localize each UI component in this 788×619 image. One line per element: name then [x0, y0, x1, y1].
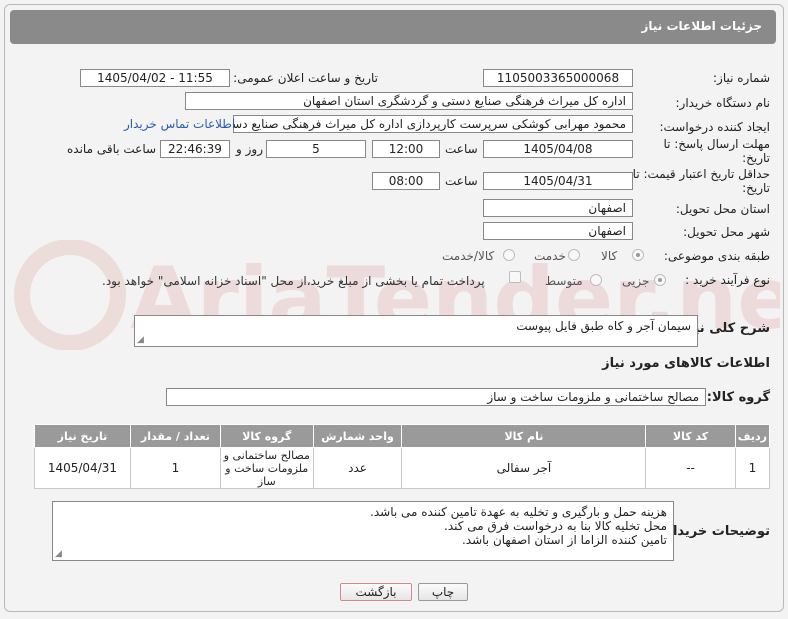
col-name-header: نام کالا [401, 424, 647, 448]
process-medium-radio[interactable] [590, 274, 602, 286]
col-code-header: کد کالا [645, 424, 736, 448]
remaining-label: ساعت باقی مانده [67, 142, 157, 156]
cell-qty: 1 [129, 447, 221, 489]
city-field[interactable]: اصفهان [483, 222, 633, 240]
table-row[interactable]: 1 -- آجر سفالی عدد مصالح ساختمانی و ملزو… [34, 447, 771, 489]
col-unit-header: واحد شمارش [312, 424, 403, 448]
contact-buyer-link[interactable]: اطلاعات تماس خریدار [124, 117, 235, 131]
resize-grip-icon[interactable]: ◢ [55, 550, 62, 559]
days-label: روز و [236, 142, 263, 156]
reply-deadline-label: مهلت ارسال پاسخ: تا تاریخ: [663, 137, 770, 165]
process-small-radio[interactable] [654, 274, 666, 286]
process-small-label: جزیی [622, 274, 650, 288]
reply-date-field[interactable]: 1405/04/08 [483, 140, 633, 158]
col-date-header: تاریخ نیاز [34, 424, 131, 448]
buyer-notes-label: توضیحات خریدار: [660, 524, 770, 539]
remaining-time-field[interactable]: 22:46:39 [160, 140, 230, 158]
items-table: ردیف کد کالا نام کالا واحد شمارش گروه کا… [34, 424, 771, 489]
cell-row: 1 [734, 447, 771, 489]
treasury-checkbox[interactable] [509, 271, 521, 283]
buyer-note-line: تامین کننده الزاما از استان اصفهان باشد. [461, 533, 667, 547]
city-label: شهر محل تحویل: [683, 225, 770, 239]
buyer-notes-textarea[interactable]: هزینه حمل و بارگیری و تخلیه به عهدة تامی… [52, 501, 674, 561]
creator-label: ایجاد کننده درخواست: [659, 120, 770, 134]
col-group-header: گروه کالا [219, 424, 314, 448]
cell-group: مصالح ساختمانی و ملزومات ساخت و ساز [219, 447, 314, 489]
days-field[interactable]: 5 [266, 140, 366, 158]
back-button[interactable]: بازگشت [340, 583, 412, 601]
buyer-note-line: هزینه حمل و بارگیری و تخلیه به عهدة تامی… [370, 505, 667, 519]
goods-info-title: اطلاعات کالاهای مورد نیاز [602, 356, 770, 371]
category-both-label: کالا/خدمت [442, 249, 495, 263]
buyer-note-line: محل تخلیه کالا بنا به درخواست فرق می کند… [444, 519, 667, 533]
resize-grip-icon[interactable]: ◢ [137, 336, 144, 345]
category-goods-radio[interactable] [632, 249, 644, 261]
announce-label: تاریخ و ساعت اعلان عمومی: [233, 71, 378, 85]
page-title: جزئیات اطلاعات نیاز [641, 19, 762, 33]
price-validity-label: حداقل تاریخ اعتبار قیمت: تا تاریخ: [632, 167, 770, 195]
reply-time-label: ساعت [445, 142, 478, 156]
buyer-org-field[interactable]: اداره کل میراث فرهنگی صنایع دستی و گردشگ… [185, 92, 633, 110]
goods-group-label: گروه کالا: [706, 390, 770, 405]
need-number-field[interactable]: 1105003365000068 [483, 69, 633, 87]
price-time-field[interactable]: 08:00 [372, 172, 440, 190]
province-label: استان محل تحویل: [675, 202, 770, 216]
cell-code: -- [645, 447, 736, 489]
goods-group-field[interactable]: مصالح ساختمانی و ملزومات ساخت و ساز [166, 388, 706, 406]
category-service-radio[interactable] [568, 249, 580, 261]
cell-date: 1405/04/31 [34, 447, 131, 489]
category-label: طبقه بندی موضوعی: [663, 249, 770, 263]
summary-text: سیمان آجر و کاه طبق فایل پیوست [516, 319, 691, 333]
treasury-note: پرداخت تمام یا بخشی از مبلغ خرید،از محل … [102, 274, 485, 288]
creator-field[interactable]: محمود مهرابی کوشکی سرپرست کارپردازی ادار… [233, 115, 633, 133]
buyer-org-label: نام دستگاه خریدار: [675, 96, 771, 110]
price-time-label: ساعت [445, 174, 478, 188]
header-bar: جزئیات اطلاعات نیاز [10, 10, 776, 44]
cell-name: آجر سفالی [401, 447, 647, 489]
category-both-radio[interactable] [503, 249, 515, 261]
process-label: نوع فرآیند خرید : [685, 273, 770, 287]
reply-time-field[interactable]: 12:00 [372, 140, 440, 158]
table-header-row: ردیف کد کالا نام کالا واحد شمارش گروه کا… [34, 424, 771, 448]
announce-field[interactable]: 1405/04/02 - 11:55 [80, 69, 230, 87]
print-button[interactable]: چاپ [418, 583, 468, 601]
category-service-label: خدمت [534, 249, 566, 263]
col-qty-header: تعداد / مقدار [129, 424, 221, 448]
province-field[interactable]: اصفهان [483, 199, 633, 217]
cell-unit: عدد [312, 447, 403, 489]
need-number-label: شماره نیاز: [713, 71, 770, 85]
category-goods-label: کالا [601, 249, 618, 263]
col-row-header: ردیف [734, 424, 771, 448]
process-medium-label: متوسط [545, 274, 583, 288]
summary-textarea[interactable]: سیمان آجر و کاه طبق فایل پیوست ◢ [134, 315, 698, 347]
price-date-field[interactable]: 1405/04/31 [483, 172, 633, 190]
